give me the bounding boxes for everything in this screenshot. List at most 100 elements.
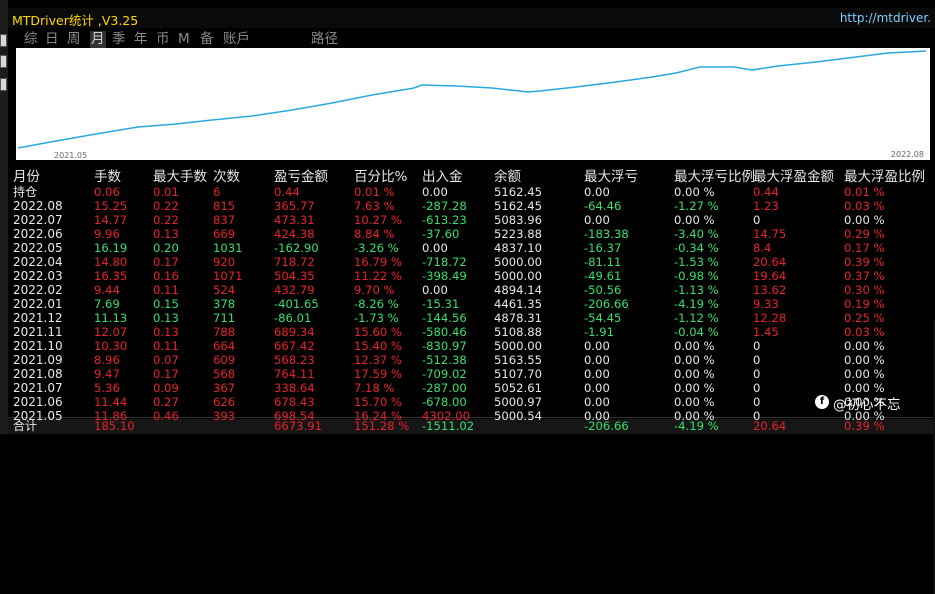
cell-flp: -1.27 % <box>674 199 719 213</box>
cell-label: 2022.02 <box>13 283 63 297</box>
cell-label: 2021.06 <box>13 395 63 409</box>
cell-fgp: 0.00 % <box>844 367 885 381</box>
cell-lots: 8.96 <box>94 353 120 367</box>
column-header[interactable]: 最大浮盈比例 <box>844 165 925 185</box>
cell-lots: 16.35 <box>94 269 128 283</box>
chart-end-date: 2022.08 <box>890 150 924 159</box>
cell-bal: 5108.88 <box>494 325 542 339</box>
cell-fgp: 0.00 % <box>844 213 885 227</box>
cell-label: 2022.08 <box>13 199 63 213</box>
cell-fl: 0.00 <box>584 213 610 227</box>
cell-pl: -401.65 <box>274 297 319 311</box>
cell-pl: 764.11 <box>274 367 315 381</box>
tab-0[interactable]: 综 <box>24 31 38 48</box>
cell-bal: 5000.54 <box>494 409 542 423</box>
column-header[interactable]: 次数 <box>213 165 240 185</box>
cell-maxlots: 0.07 <box>153 353 179 367</box>
tab-3[interactable]: 月 <box>90 31 106 48</box>
cell-count: 367 <box>213 381 236 395</box>
cell-fl: -81.11 <box>584 255 622 269</box>
cell-fl: -49.61 <box>584 269 622 283</box>
cell-lots: 12.07 <box>94 325 128 339</box>
cell-fg: 19.64 <box>753 269 787 283</box>
cell-flp: -0.98 % <box>674 269 719 283</box>
column-header[interactable]: 最大浮亏 <box>584 165 638 185</box>
cell-lots: 9.47 <box>94 367 120 381</box>
column-header[interactable]: 盈亏金额 <box>274 165 328 185</box>
tab-10[interactable]: 路径 <box>311 31 338 48</box>
left-toolbar-strip <box>0 0 8 434</box>
side-button[interactable] <box>0 55 7 68</box>
cell-flow: -830.97 <box>422 339 467 353</box>
cell-count: 920 <box>213 255 236 269</box>
monthly-stats-table: 合计 185.10 6673.91 151.28 % -1511.02 -206.66 -4… <box>8 160 935 594</box>
tab-1[interactable]: 日 <box>45 31 59 48</box>
tab-5[interactable]: 年 <box>134 31 148 48</box>
cell-fl: -54.45 <box>584 311 622 325</box>
table-row: 2022.04 14.80 0.17 920 718.72 16.79 % -718.72 5… <box>8 255 935 269</box>
tab-8[interactable]: 备 <box>200 31 214 48</box>
cell-count: 711 <box>213 311 236 325</box>
cell-fg: 0 <box>753 213 761 227</box>
cell-fl: -1.91 <box>584 325 614 339</box>
column-header[interactable]: 最大浮盈金额 <box>753 165 834 185</box>
cell-label: 2022.07 <box>13 213 63 227</box>
tab-6[interactable]: 币 <box>156 31 170 48</box>
cell-lots: 10.30 <box>94 339 128 353</box>
cell-pl: 432.79 <box>274 283 315 297</box>
cell-flp: -0.04 % <box>674 325 719 339</box>
side-button[interactable] <box>0 34 7 47</box>
cell-flp: 0.00 % <box>674 213 715 227</box>
cell-pct: 16.24 % <box>354 409 402 423</box>
cell-fl: -206.66 <box>584 297 629 311</box>
cell-flow: -144.56 <box>422 311 467 325</box>
cell-label: 持仓 <box>13 185 38 199</box>
cell-fgp: 0.30 % <box>844 283 885 297</box>
column-header[interactable]: 出入金 <box>422 165 463 185</box>
cell-count: 788 <box>213 325 236 339</box>
side-button[interactable] <box>0 78 7 91</box>
cell-fg: 0 <box>753 367 761 381</box>
cell-maxlots: 0.13 <box>153 227 179 241</box>
cell-pl: 365.77 <box>274 199 315 213</box>
cell-pct: 15.70 % <box>354 395 402 409</box>
cell-maxlots: 0.11 <box>153 339 179 353</box>
website-link[interactable]: http://mtdriver. <box>840 11 931 25</box>
cell-pct: 15.40 % <box>354 339 402 353</box>
column-header[interactable]: 余额 <box>494 165 521 185</box>
cell-count: 669 <box>213 227 236 241</box>
column-header[interactable]: 最大浮亏比例 <box>674 165 755 185</box>
cell-maxlots: 0.20 <box>153 241 179 255</box>
tab-4[interactable]: 季 <box>112 31 126 48</box>
cell-pl: 0.44 <box>274 185 300 199</box>
cell-flow: -512.38 <box>422 353 467 367</box>
cell-pct: 12.37 % <box>354 353 402 367</box>
cell-fgp: 0.00 % <box>844 353 885 367</box>
tab-9[interactable]: 账戶 <box>223 31 250 48</box>
cell-pl: 504.35 <box>274 269 315 283</box>
tab-2[interactable]: 周 <box>67 31 81 48</box>
cell-lots: 11.13 <box>94 311 128 325</box>
cell-flow: -37.60 <box>422 227 460 241</box>
table-row: 2022.06 9.96 0.13 669 424.38 8.84 % -37.60 5223… <box>8 227 935 241</box>
cell-fl: -50.56 <box>584 283 622 297</box>
table-row: 2021.06 11.44 0.27 626 678.43 15.70 % -678.00 5… <box>8 395 935 409</box>
cell-fg: 0 <box>753 353 761 367</box>
cell-flp: -1.53 % <box>674 255 719 269</box>
column-header[interactable]: 百分比% <box>354 165 407 185</box>
cell-fg: 0 <box>753 409 761 423</box>
cell-count: 6 <box>213 185 221 199</box>
cell-flp: 0.00 % <box>674 381 715 395</box>
cell-maxlots: 0.09 <box>153 381 179 395</box>
table-row: 2021.08 9.47 0.17 568 764.11 17.59 % -709.02 51… <box>8 367 935 381</box>
tab-7[interactable]: M <box>178 31 190 48</box>
cell-fgp: 0.03 % <box>844 325 885 339</box>
cell-flp: -1.12 % <box>674 311 719 325</box>
cell-bal: 5162.45 <box>494 185 542 199</box>
column-header[interactable]: 最大手数 <box>153 165 207 185</box>
table-row: 2022.01 7.69 0.15 378 -401.65 -8.26 % -15.31 44… <box>8 297 935 311</box>
cell-maxlots: 0.15 <box>153 297 179 311</box>
cell-pl: 424.38 <box>274 227 315 241</box>
column-header[interactable]: 手数 <box>94 165 121 185</box>
column-header[interactable]: 月份 <box>13 165 40 185</box>
